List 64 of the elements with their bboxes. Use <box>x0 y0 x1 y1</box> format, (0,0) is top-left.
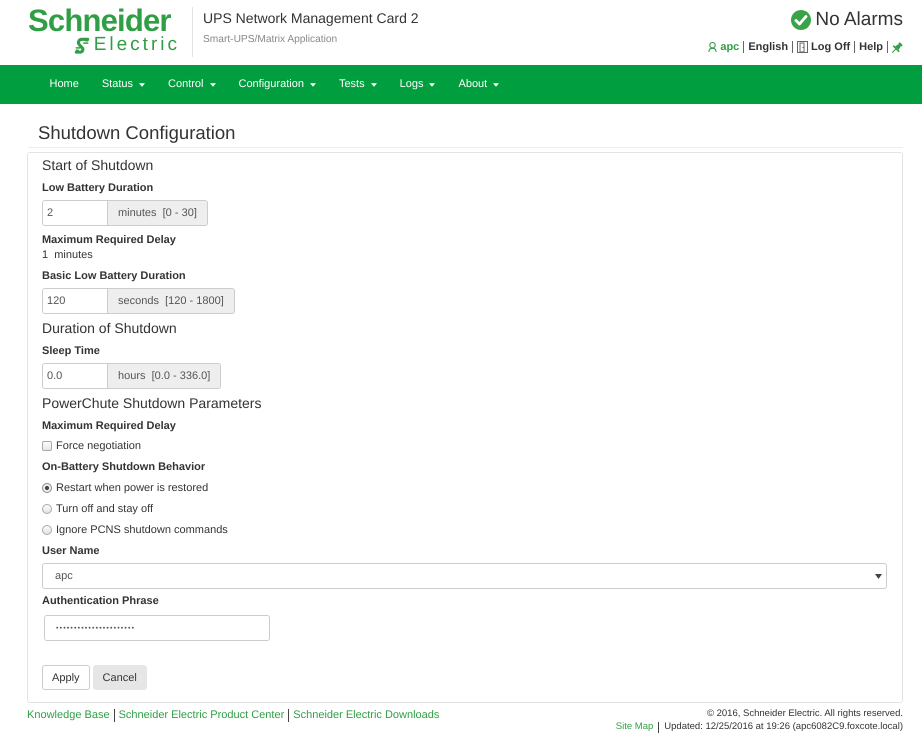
nav-item[interactable]: Status <box>90 65 157 104</box>
section-heading: Duration of Shutdown <box>42 319 178 337</box>
footer-link[interactable]: Schneider Electric Downloads <box>293 708 440 722</box>
caret-icon <box>310 82 316 86</box>
caret-icon <box>210 82 216 86</box>
caret-icon <box>875 574 882 578</box>
section-heading: Start of Shutdown <box>42 156 154 174</box>
logoff-link[interactable]: Log Off <box>811 40 850 54</box>
input-field[interactable]: 0.0 <box>42 363 108 389</box>
unit-range-addon: seconds [120 - 1800] <box>108 288 235 314</box>
logo-text: Schneider <box>28 6 171 35</box>
section-heading: PowerChute Shutdown Parameters <box>42 394 262 412</box>
input-field[interactable]: 2 <box>42 200 108 226</box>
alarm-status: No Alarms <box>815 9 903 31</box>
caret-icon <box>139 82 146 86</box>
input-field[interactable]: 120 <box>42 288 108 314</box>
caret-icon <box>370 82 377 86</box>
checkbox-label: Force negotiation <box>56 439 141 453</box>
field-label: Low Battery Duration <box>42 181 154 195</box>
pin-icon[interactable] <box>892 42 903 52</box>
radio-label: Restart when power is restored <box>56 481 208 495</box>
logo-icon <box>72 36 91 55</box>
help-link[interactable]: Help <box>859 40 883 54</box>
field-label: Maximum Required Delay <box>42 233 177 247</box>
app-title: UPS Network Management Card 2 <box>203 9 419 27</box>
field-label: On-Battery Shutdown Behavior <box>42 460 206 474</box>
language-link[interactable]: English <box>748 40 788 54</box>
nav-item[interactable]: Home <box>38 65 90 104</box>
app-subtitle: Smart-UPS/Matrix Application <box>203 33 338 46</box>
unit-range-addon: minutes [0 - 30] <box>108 200 208 226</box>
field-label: Maximum Required Delay <box>42 419 177 433</box>
radio-button[interactable] <box>42 504 52 514</box>
page-title: Shutdown Configuration <box>28 122 903 148</box>
unit-range-addon: hours [0.0 - 336.0] <box>108 363 222 389</box>
field-label: Sleep Time <box>42 344 101 358</box>
nav-item[interactable]: Tests <box>327 65 388 104</box>
radio-button[interactable] <box>42 483 52 493</box>
radio-label: Ignore PCNS shutdown commands <box>56 523 228 537</box>
person-icon <box>708 41 718 53</box>
field-label: Authentication Phrase <box>42 594 160 608</box>
check-circle-icon <box>791 10 812 30</box>
radio-button[interactable] <box>42 525 52 535</box>
copyright-text: © 2016, Schneider Electric. All rights reserved. <box>706 708 903 720</box>
nav-item[interactable]: Control <box>156 65 227 104</box>
caret-icon <box>429 82 436 86</box>
caret-icon <box>493 82 500 86</box>
door-icon <box>797 41 808 53</box>
select-field[interactable]: apc <box>42 563 887 589</box>
checkbox[interactable] <box>42 441 52 451</box>
logo-subtext: Electric <box>94 35 180 55</box>
field-label: Basic Low Battery Duration <box>42 269 187 283</box>
nav-item[interactable]: Logs <box>388 65 447 104</box>
apply-button[interactable]: Apply <box>42 665 90 690</box>
field-label: User Name <box>42 544 100 558</box>
nav-item[interactable]: About <box>446 65 511 104</box>
radio-label: Turn off and stay off <box>56 502 154 516</box>
site-map-link[interactable]: Site Map <box>616 721 654 733</box>
user-link[interactable]: apc <box>720 40 740 54</box>
readout-value: 1 minutes <box>42 248 94 262</box>
footer-link[interactable]: Schneider Electric Product Center <box>118 708 284 722</box>
cancel-button[interactable]: Cancel <box>92 665 147 690</box>
nav-item[interactable]: Configuration <box>227 65 328 104</box>
footer-link[interactable]: Knowledge Base <box>27 708 110 722</box>
updated-text: Updated: 12/25/2016 at 19:26 (apc6082C9.foxcote.local) <box>664 721 903 733</box>
